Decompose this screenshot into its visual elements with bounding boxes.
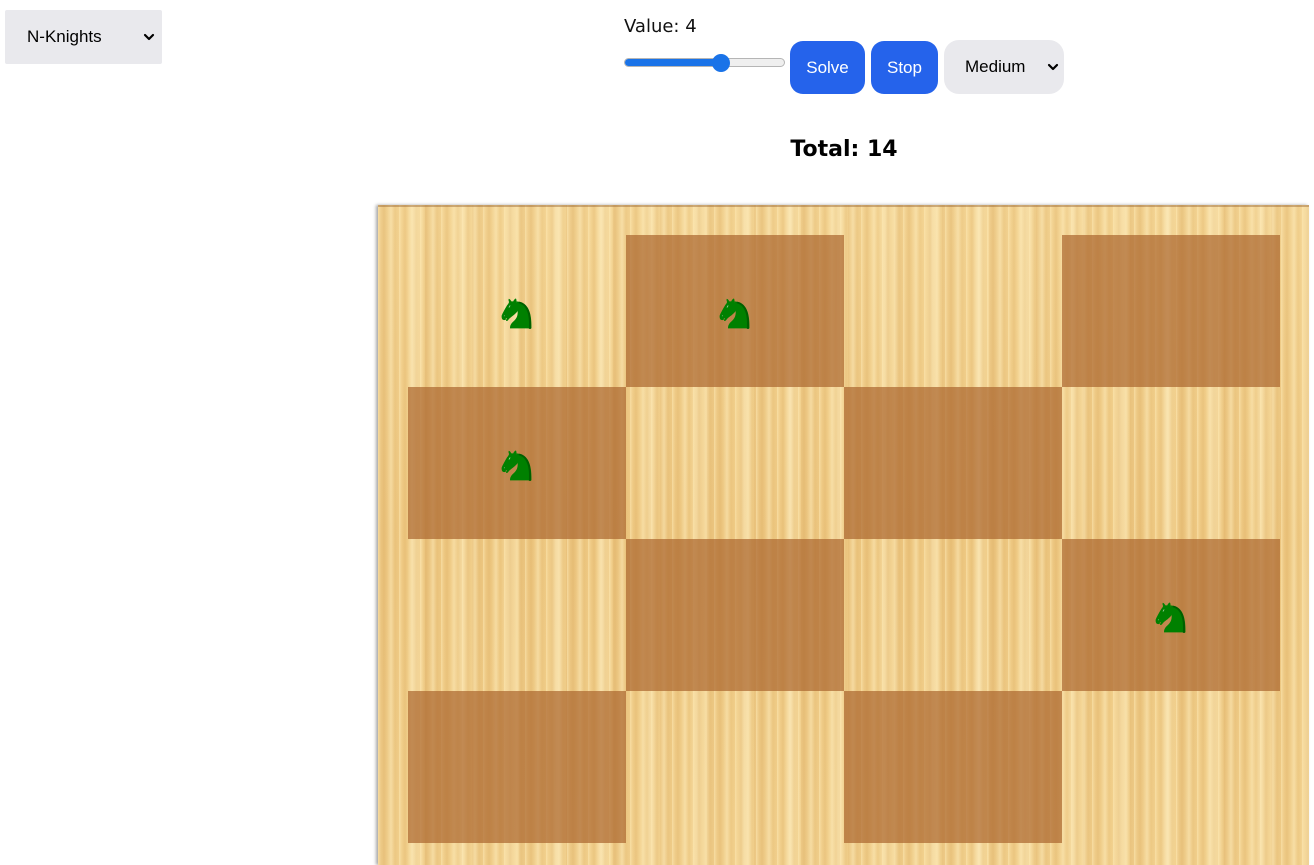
- board-square-r4-c2[interactable]: [626, 691, 844, 843]
- knight-icon: [1155, 602, 1186, 633]
- knight-icon: [719, 298, 750, 329]
- board-square-r4-c4[interactable]: [1062, 691, 1280, 843]
- board-square-r3-c2[interactable]: [626, 539, 844, 691]
- difficulty-select[interactable]: Medium: [944, 40, 1064, 94]
- board-square-r1-c4[interactable]: [1062, 235, 1280, 387]
- value-slider[interactable]: [624, 54, 785, 72]
- board-square-r3-c3[interactable]: [844, 539, 1062, 691]
- chevron-down-icon: [1046, 60, 1060, 74]
- chevron-down-icon: [142, 30, 156, 44]
- board-square-r1-c1[interactable]: [408, 235, 626, 387]
- slider-track: [624, 58, 785, 67]
- board-edge: [378, 205, 1309, 207]
- knight-icon: [501, 450, 532, 481]
- board-square-r2-c1[interactable]: [408, 387, 626, 539]
- board-square-r3-c1[interactable]: [408, 539, 626, 691]
- solve-button[interactable]: Solve: [790, 41, 865, 94]
- slider-fill: [625, 59, 721, 66]
- chess-board: [378, 205, 1309, 865]
- puzzle-select-value: N-Knights: [27, 27, 102, 46]
- board-square-r3-c4[interactable]: [1062, 539, 1280, 691]
- board-square-r1-c3[interactable]: [844, 235, 1062, 387]
- board-square-r4-c3[interactable]: [844, 691, 1062, 843]
- knight-icon: [501, 298, 532, 329]
- board-square-r4-c1[interactable]: [408, 691, 626, 843]
- board-square-r2-c4[interactable]: [1062, 387, 1280, 539]
- board-square-r1-c2[interactable]: [626, 235, 844, 387]
- difficulty-select-value: Medium: [965, 57, 1026, 76]
- board-square-r2-c3[interactable]: [844, 387, 1062, 539]
- stop-button[interactable]: Stop: [871, 41, 938, 94]
- slider-thumb[interactable]: [711, 54, 730, 72]
- total-label: Total: 14: [790, 137, 898, 162]
- value-label: Value: 4: [624, 16, 697, 37]
- board-square-r2-c2[interactable]: [626, 387, 844, 539]
- puzzle-select[interactable]: N-Knights: [5, 10, 162, 64]
